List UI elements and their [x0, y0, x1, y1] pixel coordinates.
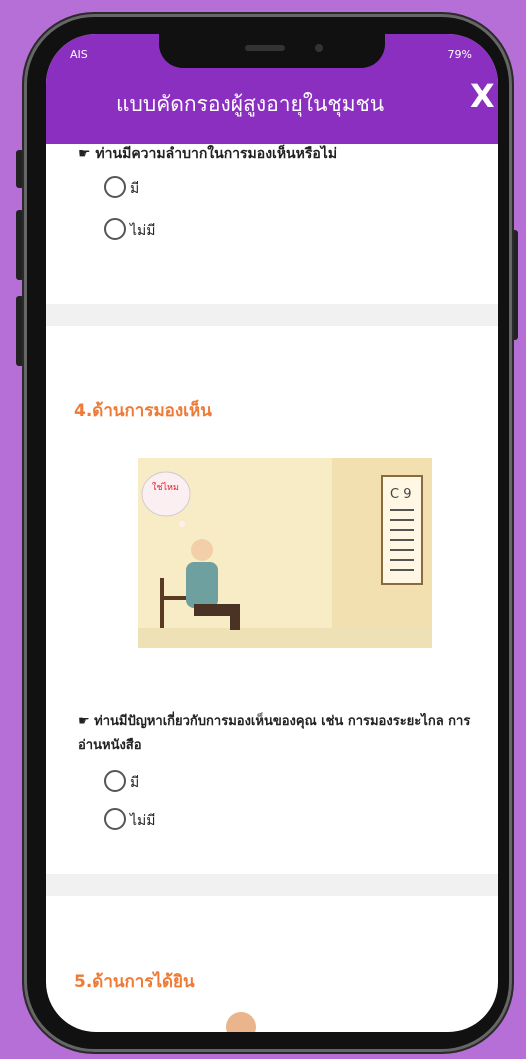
close-button[interactable]: X — [470, 80, 495, 112]
silent-switch — [16, 150, 24, 188]
volume-up-button — [16, 210, 24, 280]
section-divider — [46, 304, 498, 326]
option-label: ไม่มี — [130, 813, 156, 829]
speaker-grille — [245, 45, 285, 51]
radio-icon[interactable] — [104, 770, 126, 792]
volume-down-button — [16, 296, 24, 366]
front-camera — [315, 44, 323, 52]
phone-screen: AIS 79% แบบคัดกรองผู้สูงอายุในชุมชน X ☛ … — [46, 34, 498, 1032]
app-bar: AIS 79% แบบคัดกรองผู้สูงอายุในชุมชน X — [46, 34, 498, 144]
form-content[interactable]: ☛ ท่านมีความลำบากในการมองเห็นหรือไม่ มี … — [46, 144, 498, 1032]
hearing-illustration — [226, 1012, 256, 1032]
option-label: มี — [130, 775, 140, 791]
eye-chart-text: C 9 — [390, 487, 411, 502]
vision-illustration: C 9 ใช่ไหม — [138, 458, 432, 648]
section-divider — [46, 874, 498, 896]
thought-bubble-text: ใช่ไหม — [152, 482, 179, 493]
question-text: ☛ ท่านมีความลำบากในการมองเห็นหรือไม่ — [78, 146, 338, 162]
notch — [159, 34, 385, 68]
radio-icon[interactable] — [104, 808, 126, 830]
section-title: 5.ด้านการได้ยิน — [74, 972, 195, 992]
carrier-signal: AIS — [70, 48, 88, 61]
battery-level: 79% — [447, 48, 472, 61]
radio-icon[interactable] — [104, 176, 126, 198]
option-label: มี — [130, 181, 140, 197]
section-title: 4.ด้านการมองเห็น — [74, 401, 212, 421]
option-label: ไม่มี — [130, 223, 156, 239]
question-text: ☛ ท่านมีปัญหาเกี่ยวกับการมองเห็นของคุณ เ… — [78, 714, 471, 753]
radio-icon[interactable] — [104, 218, 126, 240]
page-title: แบบคัดกรองผู้สูงอายุในชุมชน — [116, 92, 385, 116]
